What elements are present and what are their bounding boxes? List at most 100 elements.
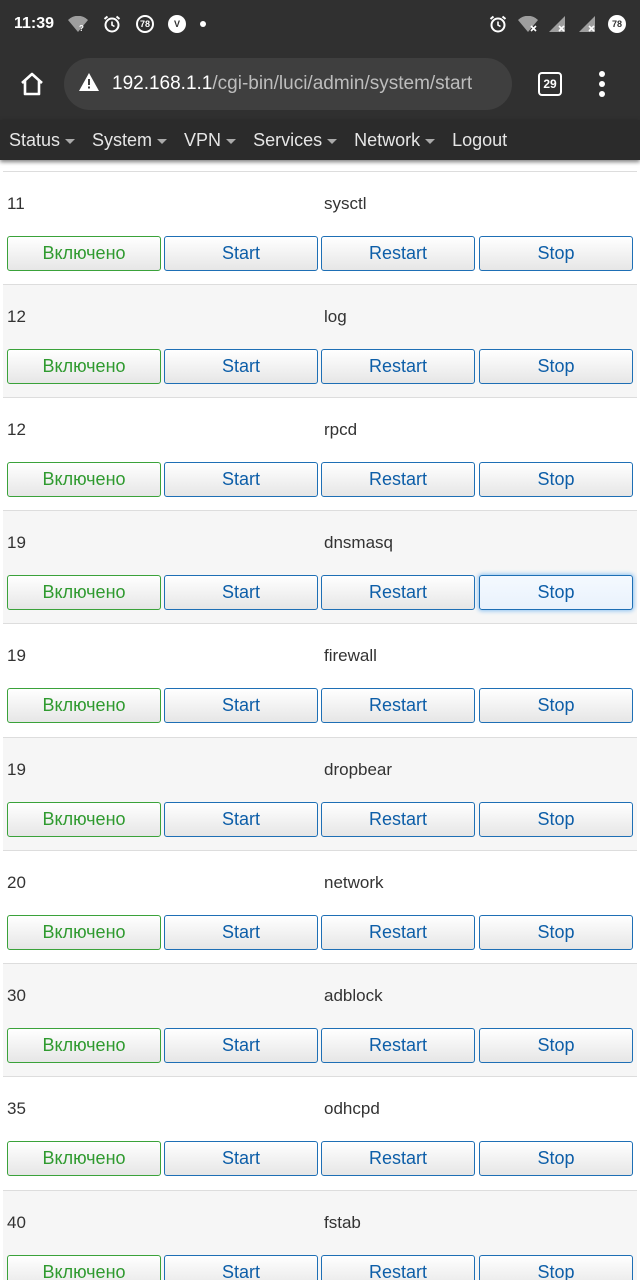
restart-button[interactable]: Restart [321, 1255, 475, 1280]
enabled-toggle-button[interactable]: Включено [7, 915, 161, 950]
restart-button[interactable]: Restart [321, 575, 475, 610]
start-button[interactable]: Start [164, 915, 318, 950]
service-priority: 12 [7, 307, 26, 326]
android-status-bar: 11:39 ? 78 V 78 [0, 0, 640, 48]
service-row: 12 rpcd Включено Start Restart Stop [3, 397, 637, 510]
enabled-toggle-button[interactable]: Включено [7, 1028, 161, 1063]
service-name: odhcpd [324, 1099, 380, 1118]
clock: 11:39 [14, 15, 55, 32]
menu-label: Network [354, 129, 421, 150]
menu-services[interactable]: Services [253, 130, 338, 151]
startup-services-list: 11 sysctl Включено Start Restart Stop 12… [0, 160, 640, 1280]
start-button[interactable]: Start [164, 1255, 318, 1280]
service-name: dropbear [324, 760, 393, 779]
browser-toolbar: 192.168.1.1/cgi-bin/luci/admin/system/st… [0, 48, 640, 120]
alarm-icon [488, 14, 508, 34]
warning-icon [78, 72, 100, 97]
start-button[interactable]: Start [164, 349, 318, 384]
wifi-off-icon [518, 14, 538, 34]
service-name: rpcd [324, 420, 358, 439]
signal-no-service-icon [578, 14, 598, 34]
service-priority: 20 [7, 873, 26, 892]
stop-button[interactable]: Stop [479, 236, 633, 271]
restart-button[interactable]: Restart [321, 688, 475, 723]
restart-button[interactable]: Restart [321, 236, 475, 271]
menu-system[interactable]: System [92, 129, 168, 151]
service-priority: 12 [7, 420, 26, 439]
url-text: 192.168.1.1/cgi-bin/luci/admin/system/st… [112, 73, 472, 95]
restart-button[interactable]: Restart [321, 1141, 475, 1176]
service-row: 35 odhcpd Включено Start Restart Stop [3, 1076, 637, 1189]
enabled-toggle-button[interactable]: Включено [7, 1141, 161, 1176]
stop-button[interactable]: Stop [479, 1028, 633, 1063]
stop-button[interactable]: Stop [479, 915, 633, 950]
signal-no-service-icon [548, 14, 568, 34]
service-priority: 35 [7, 1099, 26, 1118]
start-button[interactable]: Start [164, 802, 318, 837]
enabled-toggle-button[interactable]: Включено [7, 349, 161, 384]
chevron-down-icon [425, 138, 436, 144]
overflow-menu-icon[interactable] [582, 48, 622, 120]
home-button[interactable] [0, 48, 64, 120]
enabled-toggle-button[interactable]: Включено [7, 1255, 161, 1280]
menu-vpn[interactable]: VPN [184, 129, 237, 151]
service-name: network [324, 873, 384, 892]
chevron-down-icon [226, 138, 237, 144]
service-row: 40 fstab Включено Start Restart Stop [3, 1190, 637, 1280]
service-priority: 19 [7, 533, 26, 552]
tab-switcher-button[interactable]: 29 [518, 48, 582, 120]
service-name: sysctl [324, 194, 367, 213]
stop-button[interactable]: Stop [479, 802, 633, 837]
enabled-toggle-button[interactable]: Включено [7, 236, 161, 271]
more-notifications-dot [200, 21, 207, 27]
home-icon [21, 72, 43, 96]
notification-badge: 78 [136, 15, 155, 33]
service-name: fstab [324, 1213, 361, 1232]
start-button[interactable]: Start [164, 575, 318, 610]
service-row: 19 firewall Включено Start Restart Stop [3, 623, 637, 736]
service-row: 30 adblock Включено Start Restart Stop [3, 963, 637, 1076]
service-name: adblock [324, 986, 383, 1005]
alarm-icon [102, 14, 122, 34]
start-button[interactable]: Start [164, 1028, 318, 1063]
enabled-toggle-button[interactable]: Включено [7, 575, 161, 610]
menu-label: VPN [184, 129, 222, 150]
service-row: 19 dropbear Включено Start Restart Stop [3, 737, 637, 850]
menu-logout[interactable]: Logout [452, 130, 507, 151]
menu-status[interactable]: Status [9, 130, 76, 151]
menu-label: System [92, 129, 153, 150]
start-button[interactable]: Start [164, 462, 318, 497]
svg-text:?: ? [79, 24, 84, 32]
main-menu: Status System VPN Services Network Logou… [0, 120, 640, 160]
service-priority: 19 [7, 646, 26, 665]
enabled-toggle-button[interactable]: Включено [7, 688, 161, 723]
stop-button[interactable]: Stop [479, 1141, 633, 1176]
stop-button[interactable]: Stop [479, 1255, 633, 1280]
restart-button[interactable]: Restart [321, 802, 475, 837]
service-name: dnsmasq [324, 533, 393, 552]
wifi-unknown-icon: ? [68, 14, 89, 34]
stop-button[interactable]: Stop [479, 688, 633, 723]
app-v-icon: V [168, 15, 187, 33]
start-button[interactable]: Start [164, 1141, 318, 1176]
start-button[interactable]: Start [164, 688, 318, 723]
stop-button[interactable]: Stop [479, 575, 633, 610]
restart-button[interactable]: Restart [321, 1028, 475, 1063]
menu-network[interactable]: Network [354, 129, 436, 151]
url-host: 192.168.1.1 [112, 73, 213, 94]
service-name: firewall [324, 646, 377, 665]
restart-button[interactable]: Restart [321, 462, 475, 497]
stop-button[interactable]: Stop [479, 462, 633, 497]
menu-label: Logout [452, 129, 508, 150]
chevron-down-icon [157, 138, 168, 144]
enabled-toggle-button[interactable]: Включено [7, 802, 161, 837]
service-name: log [324, 307, 347, 326]
address-bar[interactable]: 192.168.1.1/cgi-bin/luci/admin/system/st… [64, 58, 512, 110]
stop-button[interactable]: Stop [479, 349, 633, 384]
start-button[interactable]: Start [164, 236, 318, 271]
enabled-toggle-button[interactable]: Включено [7, 462, 161, 497]
restart-button[interactable]: Restart [321, 915, 475, 950]
restart-button[interactable]: Restart [321, 349, 475, 384]
tab-count: 29 [538, 72, 562, 96]
battery-level-icon: 78 [608, 15, 626, 33]
